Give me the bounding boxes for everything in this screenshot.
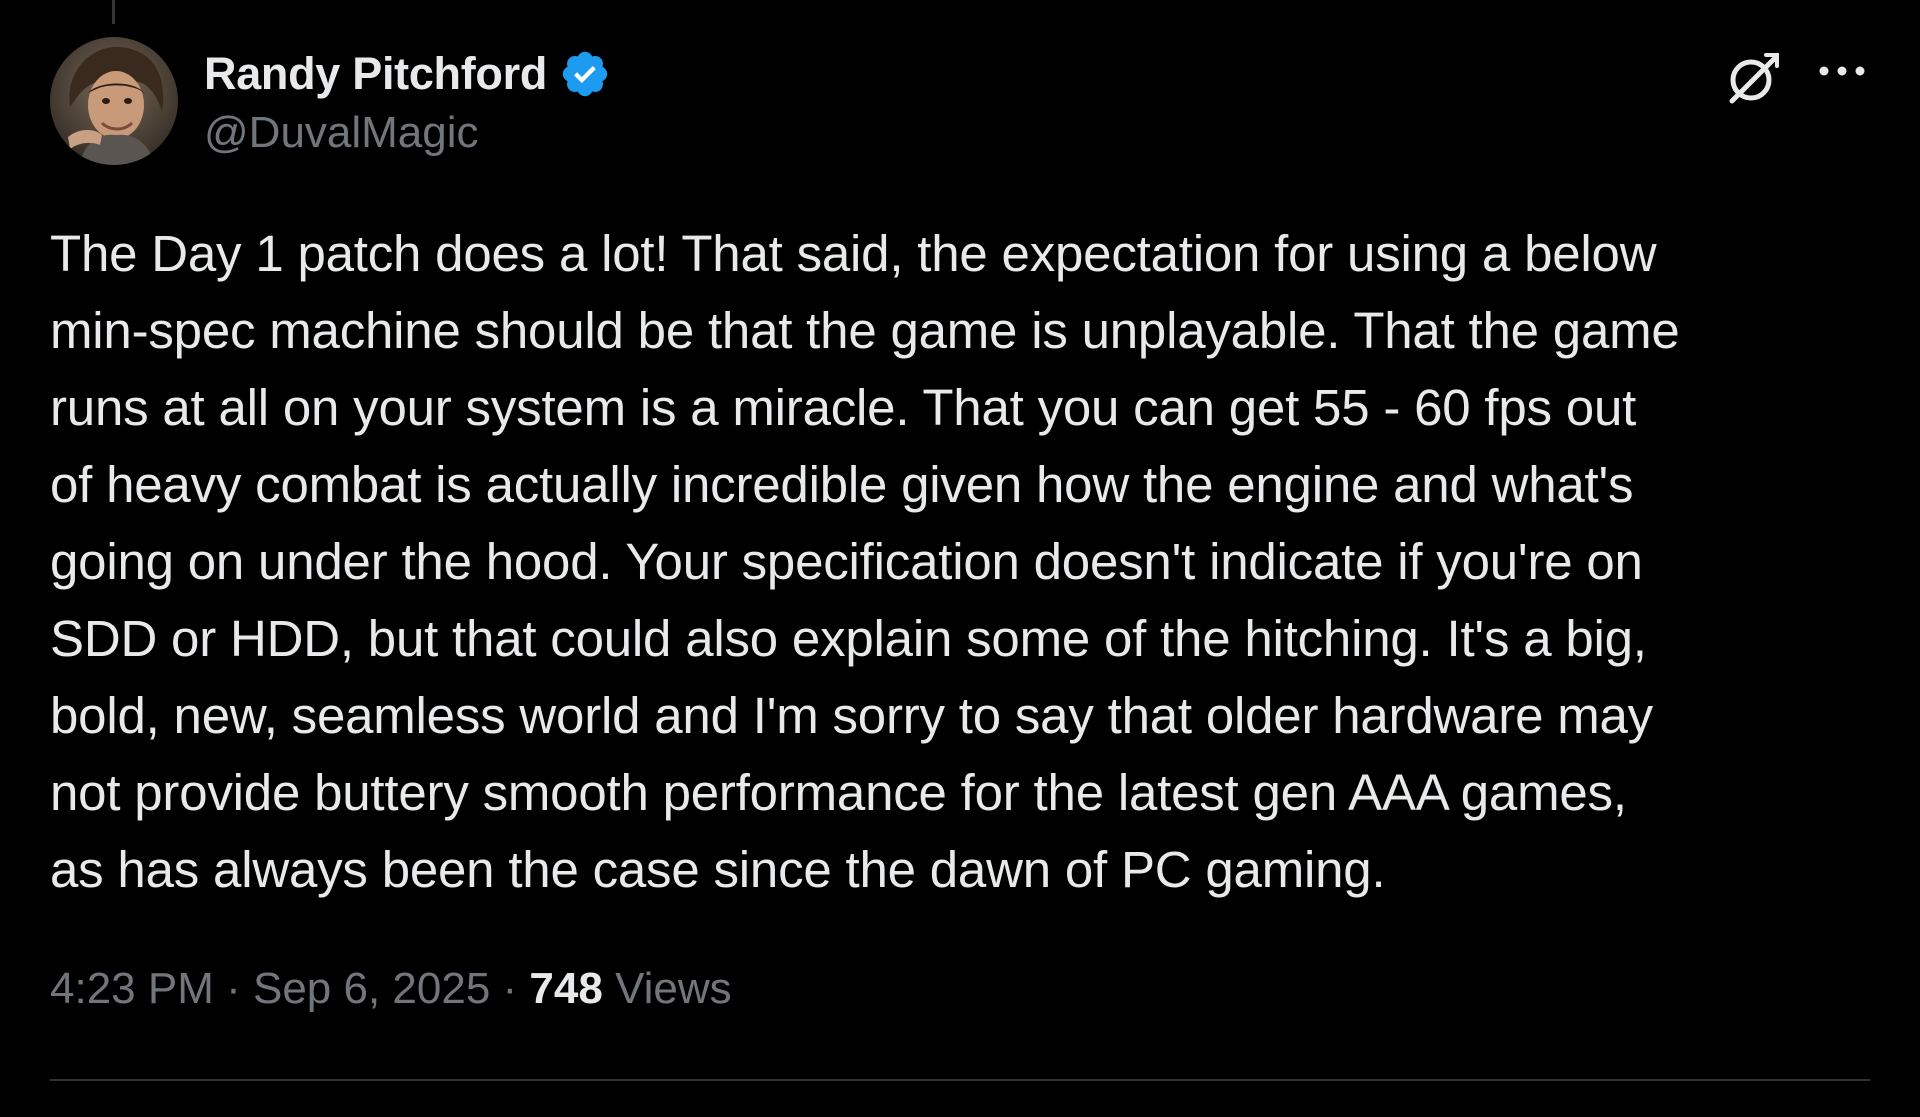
verified-badge-icon bbox=[559, 48, 611, 100]
more-options-icon[interactable] bbox=[1814, 55, 1870, 87]
thread-connector-line bbox=[112, 0, 115, 24]
tweet-text: The Day 1 patch does a lot! That said, t… bbox=[50, 225, 1680, 898]
grok-icon[interactable] bbox=[1722, 47, 1784, 109]
author-name-row[interactable]: Randy Pitchford bbox=[204, 46, 611, 102]
tweet-metadata: 4:23 PM · Sep 6, 2025 · 748 Views bbox=[50, 964, 732, 1014]
tweet-time[interactable]: 4:23 PM bbox=[50, 964, 214, 1013]
views-count: 748 bbox=[529, 964, 603, 1013]
meta-separator: · bbox=[490, 964, 530, 1013]
author-avatar[interactable] bbox=[50, 37, 178, 165]
author-handle[interactable]: @DuvalMagic bbox=[204, 108, 479, 158]
tweet-date[interactable]: Sep 6, 2025 bbox=[253, 964, 490, 1013]
author-display-name[interactable]: Randy Pitchford bbox=[204, 48, 547, 100]
views-label: Views bbox=[615, 964, 732, 1013]
avatar-photo bbox=[50, 37, 178, 165]
meta-separator: · bbox=[213, 964, 253, 1013]
divider bbox=[50, 1079, 1870, 1081]
